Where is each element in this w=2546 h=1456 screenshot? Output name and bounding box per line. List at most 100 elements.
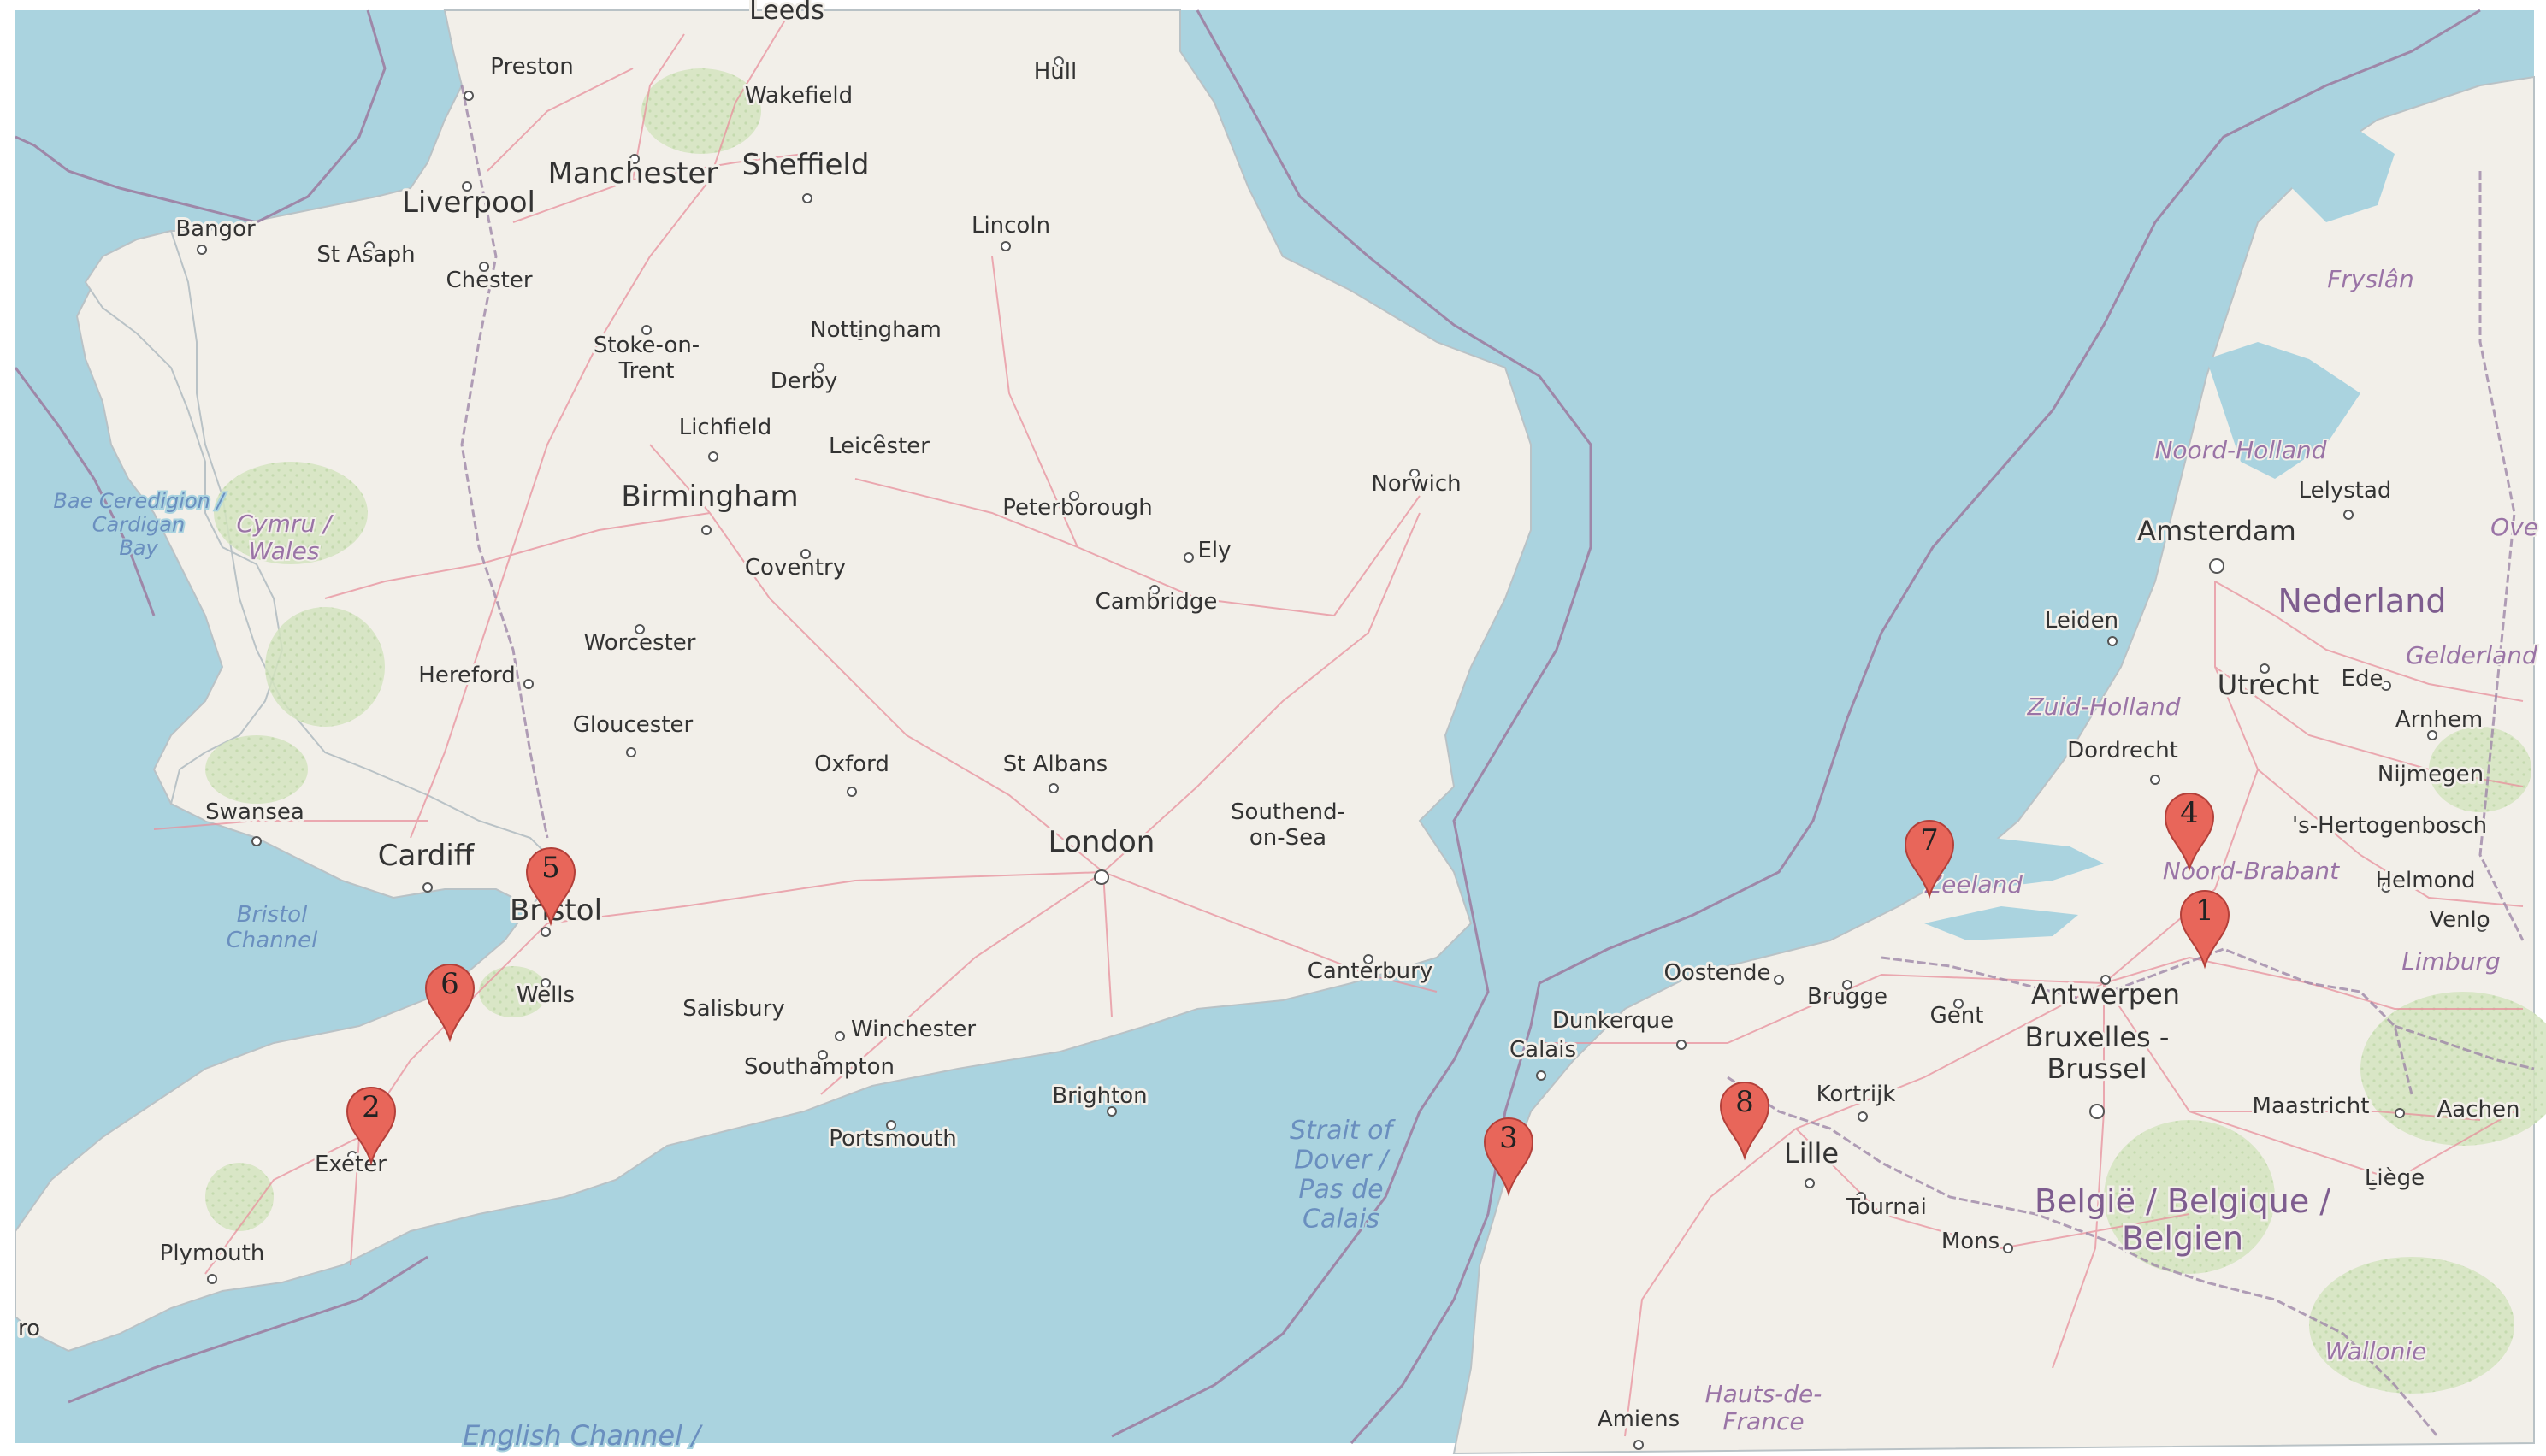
city-label-preston: Preston (490, 54, 573, 80)
city-label-birmingham: Birmingham (621, 480, 798, 514)
city-label-venlo: Venlo (2429, 907, 2490, 933)
city-dot-gloucester (626, 747, 636, 757)
city-label-plymouth: Plymouth (160, 1241, 265, 1266)
region-label-noord-holland: Noord-Holland (2154, 436, 2326, 464)
city-label-hull: Hull (1034, 59, 1077, 85)
city-label-helmond: Helmond (2376, 868, 2476, 893)
city-dot-ely (1184, 552, 1194, 563)
city-label-exeter: Exeter (315, 1152, 387, 1177)
city-label-norwich: Norwich (1371, 471, 1461, 497)
city-label-aachen: Aachen (2437, 1097, 2520, 1123)
city-label-southampton: Southampton (744, 1054, 895, 1080)
city-label-dunkerque: Dunkerque (1552, 1008, 1674, 1034)
city-label-sheffield: Sheffield (742, 148, 870, 182)
city-dot-winchester (835, 1031, 845, 1041)
water-label-english-channel: English Channel / (463, 1419, 703, 1452)
region-label-limburg: Limburg (2401, 947, 2500, 976)
city-label-leeds: Leeds (749, 0, 824, 26)
marker-number: 3 (1499, 1121, 1518, 1155)
city-dot-oostende (1774, 975, 1784, 985)
city-label-peterborough: Peterborough (1002, 495, 1153, 521)
city-label-salisbury: Salisbury (682, 996, 785, 1022)
city-label-london: London (1049, 825, 1155, 859)
city-label-brighton: Brighton (1052, 1083, 1147, 1109)
city-label-nijmegen: Nijmegen (2378, 762, 2484, 787)
city-label-kortrijk: Kortrijk (1816, 1082, 1896, 1107)
region-label-wallonie: Wallonie (2325, 1337, 2427, 1365)
city-label-maastricht: Maastricht (2253, 1093, 2370, 1119)
city-dot-lincoln (1001, 241, 1011, 251)
city-label-manchester: Manchester (548, 156, 718, 191)
city-dot-cardiff (422, 882, 433, 893)
city-label-amsterdam: Amsterdam (2137, 515, 2296, 547)
city-label-ede: Ede (2342, 666, 2384, 692)
city-dot-amiens (1633, 1440, 1644, 1450)
city-dot-bristol (541, 927, 551, 937)
region-label-fryslan: Fryslân (2327, 265, 2413, 293)
marker-number: 5 (541, 851, 560, 885)
city-label-lincoln: Lincoln (972, 213, 1050, 239)
city-label-lichfield: Lichfield (679, 415, 772, 440)
region-label-cymru: Cymru / Wales (237, 510, 334, 565)
marker-number: 1 (2195, 893, 2214, 928)
city-dot-plymouth (207, 1274, 217, 1284)
map-canvas[interactable]: Leeds Preston Hull Wakefield Manchester Sheff… (0, 0, 2546, 1456)
city-dot-mons (2003, 1243, 2013, 1253)
city-label-utrecht: Utrecht (2218, 669, 2319, 701)
city-label-lille: Lille (1784, 1137, 1839, 1170)
city-dot-lelystad (2343, 510, 2354, 520)
city-label-liege: Liège (2365, 1165, 2425, 1191)
city-dot-swansea (251, 836, 262, 846)
city-label-gent: Gent (1930, 1003, 1984, 1029)
city-dot-london (1094, 869, 1109, 885)
marker-number: 7 (1920, 823, 1939, 858)
city-dot-lille (1805, 1178, 1815, 1188)
city-dot-calais (1536, 1070, 1546, 1081)
city-label-wakefield: Wakefield (745, 83, 853, 109)
city-dot-oxford (847, 787, 857, 797)
city-label-liverpool: Liverpool (402, 186, 535, 220)
city-dot-amsterdam (2209, 558, 2224, 574)
city-dot-bangor (197, 245, 207, 255)
city-label-cambridge: Cambridge (1096, 589, 1218, 615)
city-dot-kortrijk (1858, 1111, 1868, 1122)
city-label-canterbury: Canterbury (1308, 958, 1433, 984)
city-label-leiden: Leiden (2045, 608, 2118, 634)
city-dot-st-albans (1049, 783, 1059, 793)
city-label-st-albans: St Albans (1003, 752, 1108, 777)
region-label-zuid-holland: Zuid-Holland (2026, 693, 2180, 721)
marker-number: 6 (440, 967, 459, 1001)
city-label-gloucester: Gloucester (573, 712, 694, 738)
city-label-leicester: Leicester (829, 433, 930, 459)
city-label-derby: Derby (771, 368, 838, 394)
city-label-arnhem: Arnhem (2395, 707, 2483, 733)
city-label-ro: ro (18, 1316, 40, 1341)
city-label-worcester: Worcester (584, 630, 696, 656)
city-label-dordrecht: Dordrecht (2067, 738, 2178, 763)
water-label-bristol-channel: Bristol Channel (227, 902, 319, 953)
city-label-st-asaph: St Asaph (316, 242, 415, 268)
marker-number: 8 (1735, 1085, 1754, 1119)
city-label-coventry: Coventry (745, 555, 846, 581)
city-dot-hereford (523, 679, 534, 689)
city-label-oxford: Oxford (814, 752, 889, 777)
city-label-cardiff: Cardiff (378, 839, 476, 873)
city-label-antwerpen: Antwerpen (2031, 978, 2180, 1011)
city-label-ely: Ely (1197, 538, 1231, 563)
region-label-overijssel: Ove (2490, 513, 2538, 541)
city-dot-maastricht (2395, 1108, 2405, 1118)
city-dot-dordrecht (2150, 775, 2160, 785)
city-label-chester: Chester (446, 268, 532, 293)
region-label-gelderland: Gelderland (2406, 641, 2537, 669)
city-label-bangor: Bangor (175, 216, 256, 242)
city-dot-leiden (2107, 636, 2118, 646)
city-dot-lichfield (708, 451, 718, 462)
city-dot-bruxelles (2089, 1104, 2105, 1119)
city-label-wells: Wells (517, 982, 575, 1008)
city-label-amiens: Amiens (1598, 1406, 1680, 1432)
city-label-oostende: Oostende (1663, 960, 1770, 986)
city-label-hertogenbosch: 's-Hertogenbosch (2292, 813, 2487, 839)
city-label-tournai: Tournai (1846, 1194, 1927, 1220)
city-dot-dunkerque (1676, 1040, 1687, 1050)
city-label-portsmouth: Portsmouth (829, 1126, 956, 1152)
